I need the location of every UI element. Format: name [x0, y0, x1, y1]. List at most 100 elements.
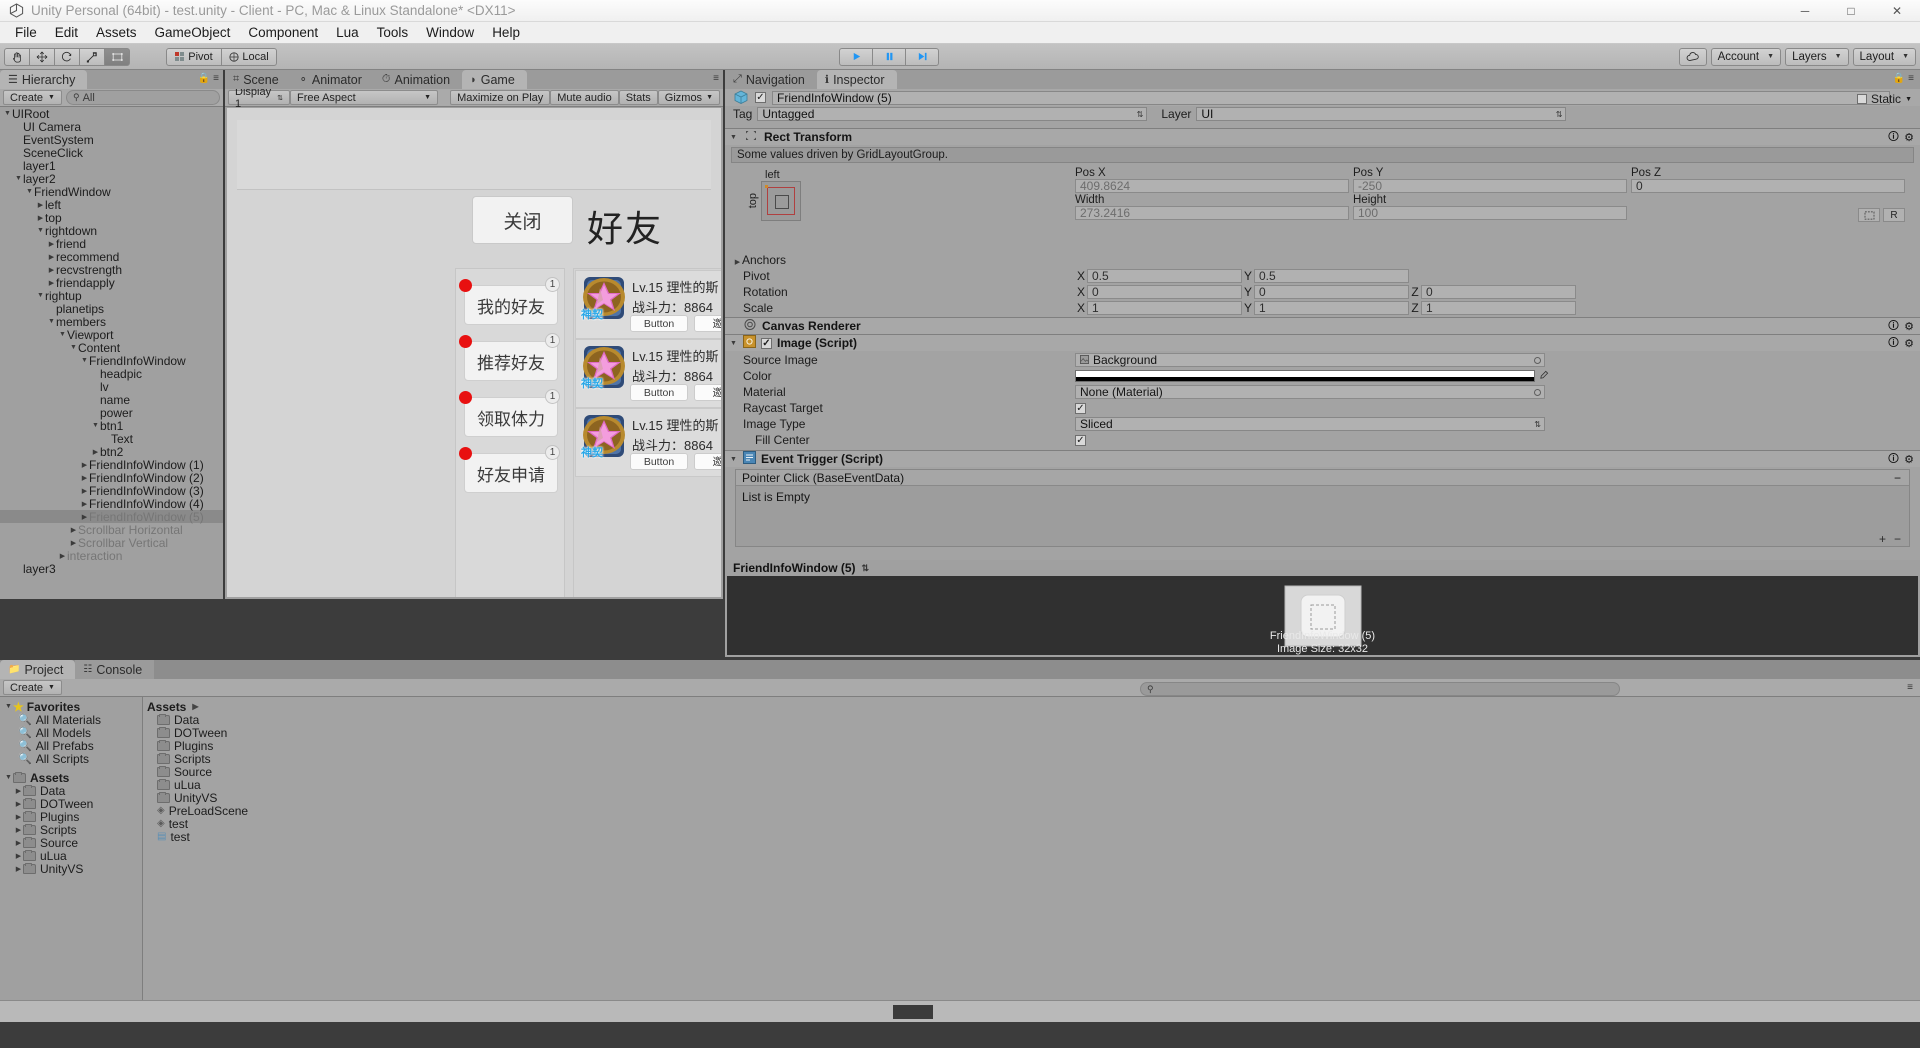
project-assets-tree-item[interactable]: ▶ uLua [0, 849, 142, 863]
rect-tool-icon[interactable] [104, 47, 130, 66]
chevron-right-icon[interactable]: ▶ [14, 839, 23, 847]
hierarchy-item-friendinfowindow-1[interactable]: ▶ FriendInfoWindow (1) [0, 458, 223, 472]
rotation-y-field[interactable]: 0 [1254, 285, 1409, 299]
hierarchy-item-headpic[interactable]: headpic [0, 367, 223, 381]
project-asset-item[interactable]: ▤ test [143, 830, 289, 844]
material-field[interactable]: None (Material) [1075, 385, 1545, 399]
gear-icon[interactable]: ⚙ [1904, 320, 1914, 333]
hierarchy-item-friendwindow[interactable]: ▼ FriendWindow [0, 185, 223, 199]
play-button[interactable] [839, 47, 873, 66]
eyedropper-icon[interactable] [1539, 369, 1549, 383]
project-asset-item[interactable]: ◈ test [143, 817, 289, 831]
game-render-canvas[interactable]: 关闭 好友 我的好友 1 推荐好友 1 领取体力 1 好友申请 1 神契 Lv.15 理性的斯战… [227, 108, 721, 597]
height-field[interactable]: 100 [1353, 206, 1627, 220]
gizmos-dropdown[interactable]: Gizmos ▼ [657, 90, 720, 105]
project-assets-tree-header[interactable]: ▼ Assets [0, 771, 142, 785]
project-asset-item[interactable]: UnityVS [143, 791, 289, 805]
project-asset-item[interactable]: ◈ PreLoadScene [143, 804, 289, 818]
step-button[interactable] [905, 47, 939, 66]
panel-menu-icon[interactable]: ≡ [213, 73, 219, 84]
chevron-down-icon[interactable]: ▼ [69, 344, 78, 351]
pos-y-field[interactable]: -250 [1353, 179, 1627, 193]
object-picker-icon[interactable] [1534, 388, 1541, 396]
hierarchy-item-eventsystem[interactable]: EventSystem [0, 133, 223, 147]
project-favorite-item[interactable]: 🔍 All Scripts [0, 752, 142, 766]
hierarchy-item-layer3[interactable]: layer3 [0, 562, 223, 576]
chevron-down-icon[interactable]: ▼ [729, 134, 738, 141]
hierarchy-item-interaction[interactable]: ▶ interaction [0, 549, 223, 563]
menu-item-gameobject[interactable]: GameObject [146, 23, 240, 42]
raycast-target-checkbox[interactable]: ✓ [1075, 402, 1086, 414]
static-toggle[interactable]: Static ▼ [1857, 92, 1912, 106]
canvas-renderer-header[interactable]: ▼ Canvas Renderer 🛈 ⚙ [725, 318, 1920, 334]
menu-item-file[interactable]: File [6, 23, 46, 42]
project-assets-tree-item[interactable]: ▶ Plugins [0, 810, 142, 824]
color-swatch[interactable] [1075, 370, 1535, 382]
image-enabled-checkbox[interactable]: ✓ [761, 337, 772, 349]
menu-item-tools[interactable]: Tools [368, 23, 418, 42]
minimize-button[interactable]: ─ [1782, 0, 1828, 22]
hierarchy-item-btn2[interactable]: ▶ btn2 [0, 445, 223, 459]
chevron-down-icon[interactable]: ▼ [3, 110, 12, 117]
hierarchy-item-friendinfowindow[interactable]: ▼ FriendInfoWindow [0, 354, 223, 368]
project-breadcrumb[interactable]: Assets ▶ [143, 700, 289, 714]
chevron-down-icon[interactable]: ▼ [80, 357, 89, 364]
chevron-down-icon[interactable]: ▼ [25, 188, 34, 195]
static-checkbox[interactable] [1857, 94, 1868, 104]
project-asset-item[interactable]: Scripts [143, 752, 289, 766]
chevron-right-icon[interactable]: ▶ [47, 266, 56, 274]
chevron-right-icon[interactable]: ▶ [36, 214, 45, 222]
project-asset-item[interactable]: Source [143, 765, 289, 779]
friend-action-button-1[interactable]: Button [630, 384, 688, 401]
chevron-right-icon[interactable]: ▶ [14, 865, 23, 873]
menu-item-lua[interactable]: Lua [327, 23, 368, 42]
rotate-tool-icon[interactable] [54, 47, 80, 66]
chevron-right-icon[interactable]: ▶ [80, 487, 89, 495]
hierarchy-item-btn1[interactable]: ▼ btn1 [0, 419, 223, 433]
gear-icon[interactable]: ⚙ [1904, 337, 1914, 350]
help-icon[interactable]: 🛈 [1888, 334, 1899, 353]
chevron-right-icon[interactable]: ▶ [80, 500, 89, 508]
project-assets-tree-item[interactable]: ▶ Scripts [0, 823, 142, 837]
tab-inspector[interactable]: ℹ Inspector [816, 70, 897, 89]
chevron-right-icon[interactable]: ▶ [69, 539, 78, 547]
image-type-dropdown[interactable]: Sliced ⇅ [1075, 417, 1545, 431]
hierarchy-item-layer2[interactable]: ▼ layer2 [0, 172, 223, 186]
hierarchy-item-recommend[interactable]: ▶ recommend [0, 250, 223, 264]
width-field[interactable]: 273.2416 [1075, 206, 1349, 220]
hierarchy-item-friend[interactable]: ▶ friend [0, 237, 223, 251]
menu-item-help[interactable]: Help [483, 23, 529, 42]
add-listener-button[interactable]: + [1879, 532, 1886, 546]
hierarchy-item-friendinfowindow-3[interactable]: ▶ FriendInfoWindow (3) [0, 484, 223, 498]
project-favorite-item[interactable]: 🔍 All Models [0, 726, 142, 740]
project-favorite-item[interactable]: 🔍 All Materials [0, 713, 142, 727]
pos-x-field[interactable]: 409.8624 [1075, 179, 1349, 193]
maximize-button[interactable]: □ [1828, 0, 1874, 22]
gameobject-name-field[interactable]: FriendInfoWindow (5) [772, 90, 1890, 105]
project-assets-column[interactable]: Assets ▶ Data DOTween Plugins Scripts Source uL… [143, 697, 1920, 1022]
chevron-right-icon[interactable]: ▶ [14, 787, 23, 795]
game-friend-card[interactable]: 神契 Lv.15 理性的斯战斗力：8864Button 邀请 [575, 339, 721, 408]
layout-dropdown[interactable]: Layout ▼ [1852, 47, 1916, 66]
hierarchy-item-friendinfowindow-4[interactable]: ▶ FriendInfoWindow (4) [0, 497, 223, 511]
chevron-down-icon[interactable]: ▼ [58, 331, 67, 338]
hierarchy-item-uiroot[interactable]: ▼ UIRoot [0, 107, 223, 121]
project-search-input[interactable]: ⚲ [1140, 682, 1620, 696]
friend-action-button-1[interactable]: Button [630, 453, 688, 470]
scale-y-field[interactable]: 1 [1254, 301, 1409, 315]
pivot-toggle[interactable]: Pivot [166, 47, 222, 66]
object-picker-icon[interactable] [1534, 356, 1541, 364]
project-assets-tree-item[interactable]: ▶ DOTween [0, 797, 142, 811]
pivot-x-field[interactable]: 0.5 [1087, 269, 1242, 283]
gear-icon[interactable]: ⚙ [1904, 453, 1914, 466]
project-asset-item[interactable]: DOTween [143, 726, 289, 740]
chevron-right-icon[interactable]: ▶ [80, 461, 89, 469]
chevron-right-icon[interactable]: ▶ [14, 852, 23, 860]
friend-action-button-2[interactable]: 邀请 [694, 315, 721, 332]
chevron-right-icon[interactable]: ▶ [58, 552, 67, 560]
chevron-down-icon[interactable]: ▼ [91, 422, 100, 429]
mute-audio-button[interactable]: Mute audio [550, 90, 619, 105]
chevron-down-icon[interactable]: ▼ [729, 456, 738, 463]
gear-icon[interactable]: ⚙ [1904, 131, 1914, 144]
project-favorites-header[interactable]: ▼ ★ Favorites [0, 700, 142, 714]
